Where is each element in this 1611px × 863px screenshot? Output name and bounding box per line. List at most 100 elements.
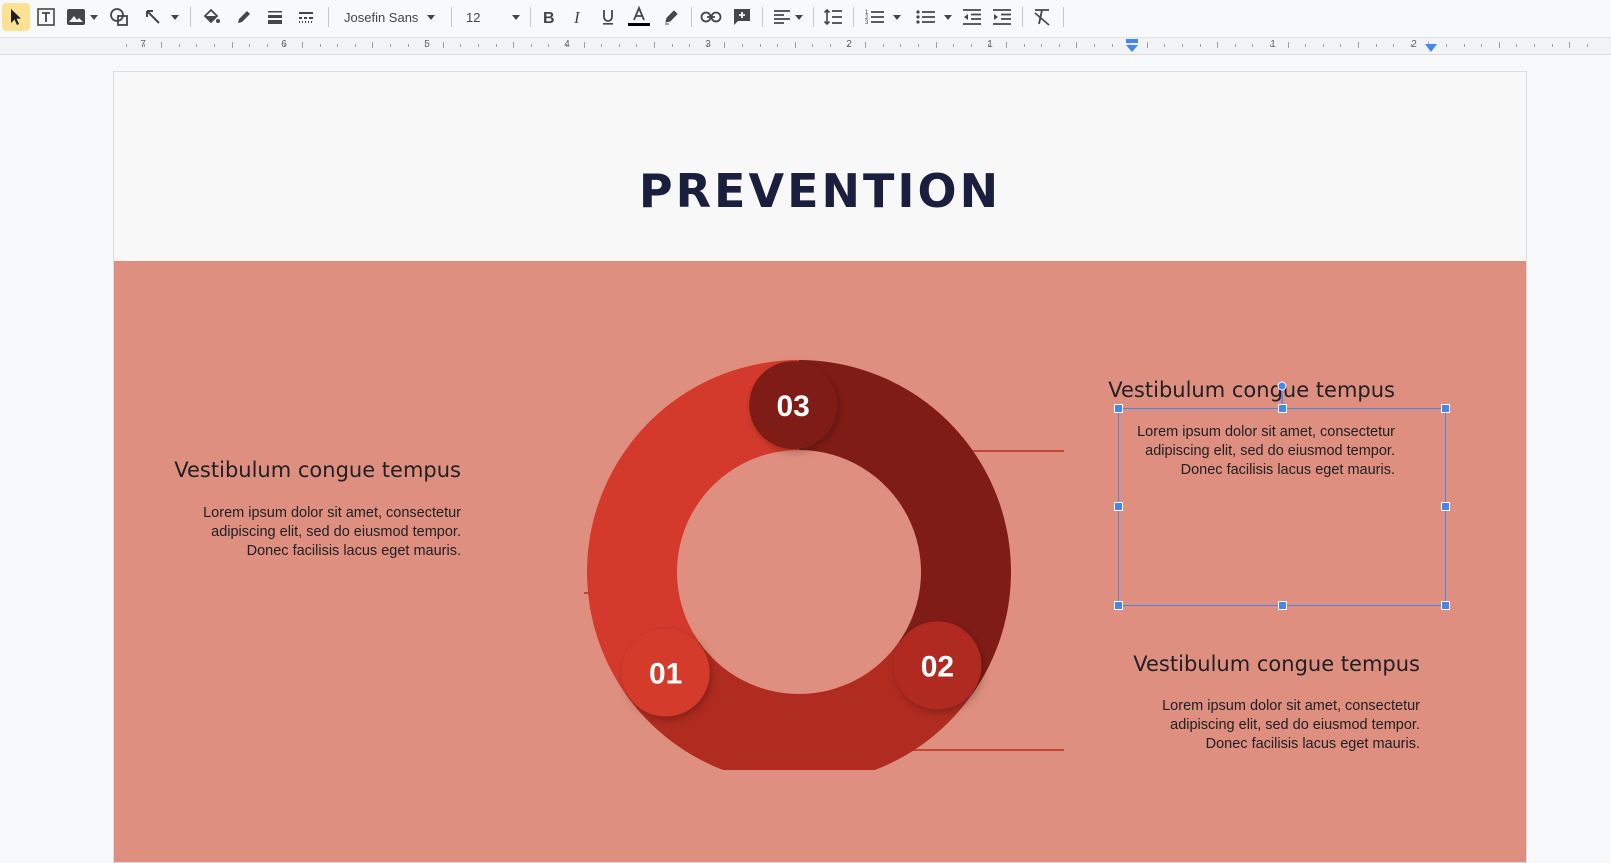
ruler-number: 1	[1270, 39, 1276, 50]
numbered-list-icon[interactable]: 123	[861, 3, 905, 31]
ruler-tick	[478, 44, 479, 47]
select-icon[interactable]	[2, 3, 30, 31]
selection-box[interactable]	[1118, 408, 1446, 606]
ruler-tick	[407, 44, 409, 47]
ruler-number: 2	[1411, 39, 1417, 50]
ruler-tick	[1164, 44, 1166, 47]
svg-text:B: B	[543, 10, 555, 27]
comment-icon[interactable]	[730, 3, 754, 31]
line-dropdown-caret	[171, 14, 179, 20]
block-01-body[interactable]: Lorem ipsum dolor sit amet, consectetur …	[203, 504, 461, 561]
ruler-tick	[513, 42, 515, 48]
fill-color-icon[interactable]	[199, 3, 223, 31]
ruler-tick	[1551, 44, 1553, 47]
clear-formatting-icon[interactable]	[1030, 3, 1054, 31]
ruler-number: 2	[846, 39, 852, 50]
ruler-tick	[1516, 44, 1518, 47]
segment-number-01: 01	[649, 658, 682, 691]
ruler-tick	[601, 44, 603, 47]
image-icon[interactable]	[64, 3, 100, 31]
ruler-tick	[460, 44, 462, 47]
resize-handle-nw[interactable]	[1114, 404, 1123, 413]
ruler-tick	[1234, 44, 1236, 47]
ruler-tick	[812, 44, 814, 47]
ruler-number: 3	[705, 39, 711, 50]
bulleted-list-icon[interactable]	[912, 3, 956, 31]
ruler-tick	[1305, 44, 1307, 47]
ruler-number: 6	[281, 39, 287, 50]
link-icon[interactable]	[699, 3, 723, 31]
decrease-indent-icon[interactable]	[960, 3, 984, 31]
resize-handle-ne[interactable]	[1441, 404, 1450, 413]
ruler-tick	[161, 42, 163, 48]
text-color-bar	[628, 23, 650, 26]
ruler-tick	[1058, 44, 1060, 47]
ruler-tick	[935, 42, 937, 48]
text-box-icon[interactable]	[34, 3, 58, 31]
underline-icon[interactable]	[596, 3, 620, 31]
resize-handle-s[interactable]	[1278, 601, 1287, 610]
slide-title[interactable]: PREVENTION	[114, 164, 1526, 218]
align-dropdown-caret	[795, 14, 803, 20]
ruler-tick	[354, 44, 356, 47]
ruler-tick	[1023, 44, 1025, 47]
line-icon[interactable]	[138, 3, 184, 31]
block-02-heading[interactable]: Vestibulum congue tempus	[1133, 652, 1420, 676]
ruler-tick	[830, 44, 831, 47]
ruler-tick	[865, 42, 867, 48]
line-spacing-icon[interactable]	[821, 3, 845, 31]
increase-indent-icon[interactable]	[990, 3, 1014, 31]
ruler-tick	[1252, 44, 1254, 47]
numbered-list-caret	[893, 14, 901, 20]
horizontal-ruler[interactable]: 7 6 5 4 3 2 1 1 2	[0, 37, 1611, 55]
toolbar-separator	[691, 7, 692, 27]
font-size-select[interactable]: 12	[466, 3, 522, 31]
ruler-tick	[1322, 44, 1324, 47]
border-color-icon[interactable]	[232, 3, 256, 31]
ruler-tick	[1217, 42, 1219, 48]
right-indent-marker[interactable]	[1424, 44, 1438, 54]
italic-icon[interactable]: I	[566, 3, 590, 31]
block-02-body[interactable]: Lorem ipsum dolor sit amet, consectetur …	[1162, 697, 1420, 754]
left-indent-marker[interactable]	[1124, 39, 1140, 53]
ruler-tick	[689, 44, 691, 47]
ruler-tick	[495, 44, 497, 47]
ruler-number: 7	[140, 39, 146, 50]
text-color-icon[interactable]	[626, 3, 652, 31]
ring-diagram[interactable]: 01 02 03	[584, 310, 1064, 770]
bold-icon[interactable]: B	[536, 3, 560, 31]
resize-handle-e[interactable]	[1441, 502, 1450, 511]
highlight-icon[interactable]	[659, 3, 683, 31]
resize-handle-w[interactable]	[1114, 502, 1123, 511]
ruler-tick	[970, 44, 972, 47]
ruler-tick	[249, 44, 251, 47]
border-weight-icon[interactable]	[263, 3, 287, 31]
ruler-number: 1	[987, 39, 993, 50]
ruler-tick	[1446, 44, 1447, 47]
ruler-tick	[548, 44, 550, 47]
toolbar-separator	[813, 7, 814, 27]
bulleted-list-caret	[944, 14, 952, 20]
ruler-tick	[882, 44, 884, 47]
border-dash-icon[interactable]	[294, 3, 318, 31]
block-03-heading[interactable]: Vestibulum congue tempus	[1108, 378, 1395, 402]
ruler-tick	[918, 44, 919, 47]
font-size-value: 12	[466, 9, 481, 25]
block-01-heading[interactable]: Vestibulum congue tempus	[174, 458, 461, 482]
ruler-tick	[1586, 44, 1588, 47]
align-icon[interactable]	[770, 3, 806, 31]
ruler-tick	[1199, 44, 1201, 47]
resize-handle-sw[interactable]	[1114, 601, 1123, 610]
resize-handle-se[interactable]	[1441, 601, 1450, 610]
ruler-tick	[1463, 44, 1465, 47]
ruler-tick	[390, 44, 391, 47]
resize-handle-n[interactable]	[1278, 404, 1287, 413]
ruler-tick	[1287, 42, 1289, 48]
toolbar-separator	[530, 7, 531, 27]
ruler-number: 4	[564, 39, 570, 50]
shape-icon[interactable]	[107, 3, 131, 31]
ruler-tick	[337, 44, 339, 47]
ruler-tick	[1340, 44, 1342, 47]
ruler-tick	[1358, 42, 1359, 48]
font-family-select[interactable]: Josefin Sans	[344, 3, 442, 31]
